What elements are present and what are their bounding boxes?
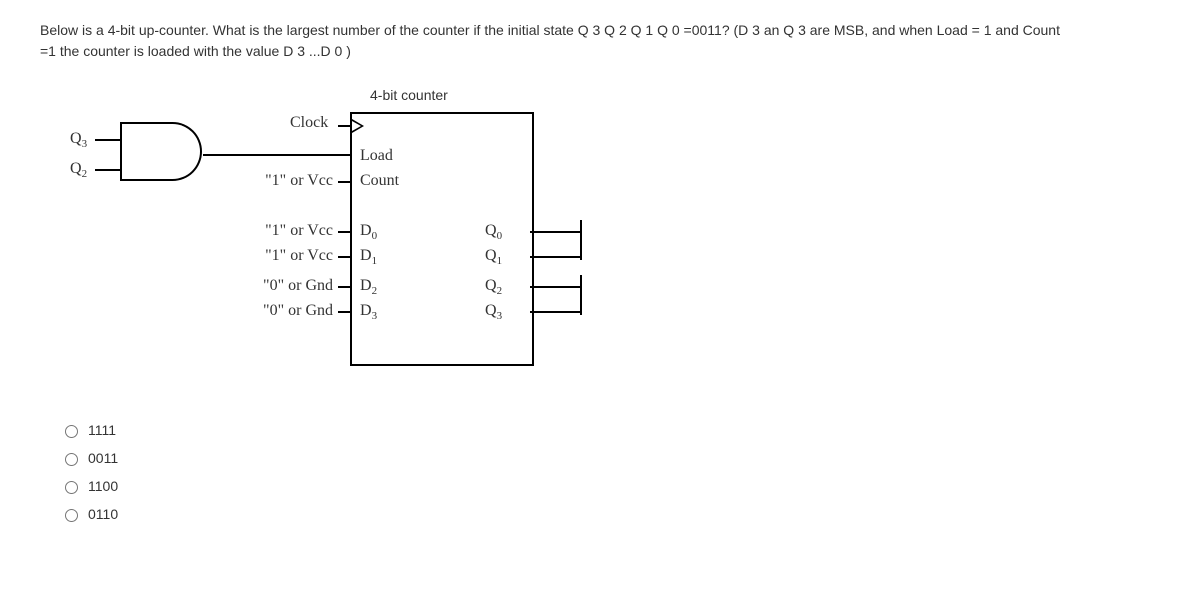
option-a-radio[interactable] — [65, 425, 78, 438]
d0-ext-label: "1" or Vcc — [253, 222, 333, 240]
count-ext-label: "1" or Vcc — [253, 172, 333, 190]
clock-label: Clock — [290, 114, 328, 132]
wire-q2 — [530, 286, 580, 288]
question-line2: =1 the counter is loaded with the value … — [40, 43, 351, 59]
d1-label: D1 — [360, 247, 377, 267]
wire-q1 — [530, 256, 580, 258]
and-gate — [120, 122, 200, 177]
q3-label: Q3 — [485, 302, 502, 322]
d2-ext-label: "0" or Gnd — [250, 277, 333, 295]
d3-label: D3 — [360, 302, 377, 322]
wire-d1 — [338, 256, 350, 258]
wire-d0 — [338, 231, 350, 233]
clock-wire — [338, 125, 350, 127]
output-bar2 — [580, 275, 582, 315]
gate-in-q3: Q3 — [70, 130, 87, 150]
option-d[interactable]: 0110 — [60, 506, 1164, 522]
question-line1: Below is a 4-bit up-counter. What is the… — [40, 22, 1060, 38]
q2-label: Q2 — [485, 277, 502, 297]
option-b-label: 0011 — [88, 450, 118, 466]
load-label: Load — [360, 147, 393, 165]
wire-q3 — [530, 311, 580, 313]
option-b-radio[interactable] — [65, 453, 78, 466]
option-d-label: 0110 — [88, 506, 118, 522]
d3-ext-label: "0" or Gnd — [250, 302, 333, 320]
q0-label: Q0 — [485, 222, 502, 242]
count-label: Count — [360, 172, 399, 190]
answer-options: 1111 0011 1100 0110 — [60, 422, 1164, 522]
d2-label: D2 — [360, 277, 377, 297]
option-c-radio[interactable] — [65, 481, 78, 494]
wire-and-in2 — [95, 169, 120, 171]
d1-ext-label: "1" or Vcc — [253, 247, 333, 265]
option-d-radio[interactable] — [65, 509, 78, 522]
circuit-diagram: 4-bit counter Clock Load Count D0 D1 D2 … — [60, 92, 660, 382]
wire-and-out — [203, 154, 350, 156]
option-a-label: 1111 — [88, 422, 116, 438]
clock-triangle-inner — [352, 121, 361, 131]
counter-title: 4-bit counter — [365, 87, 453, 103]
output-bar1 — [580, 220, 582, 260]
wire-and-in1 — [95, 139, 120, 141]
wire-d2 — [338, 286, 350, 288]
wire-q0 — [530, 231, 580, 233]
wire-d3 — [338, 311, 350, 313]
wire-count — [338, 181, 350, 183]
option-c[interactable]: 1100 — [60, 478, 1164, 494]
option-c-label: 1100 — [88, 478, 118, 494]
d0-label: D0 — [360, 222, 377, 242]
option-a[interactable]: 1111 — [60, 422, 1164, 438]
q1-label: Q1 — [485, 247, 502, 267]
question-text: Below is a 4-bit up-counter. What is the… — [40, 20, 1164, 62]
option-b[interactable]: 0011 — [60, 450, 1164, 466]
gate-in-q2: Q2 — [70, 160, 87, 180]
